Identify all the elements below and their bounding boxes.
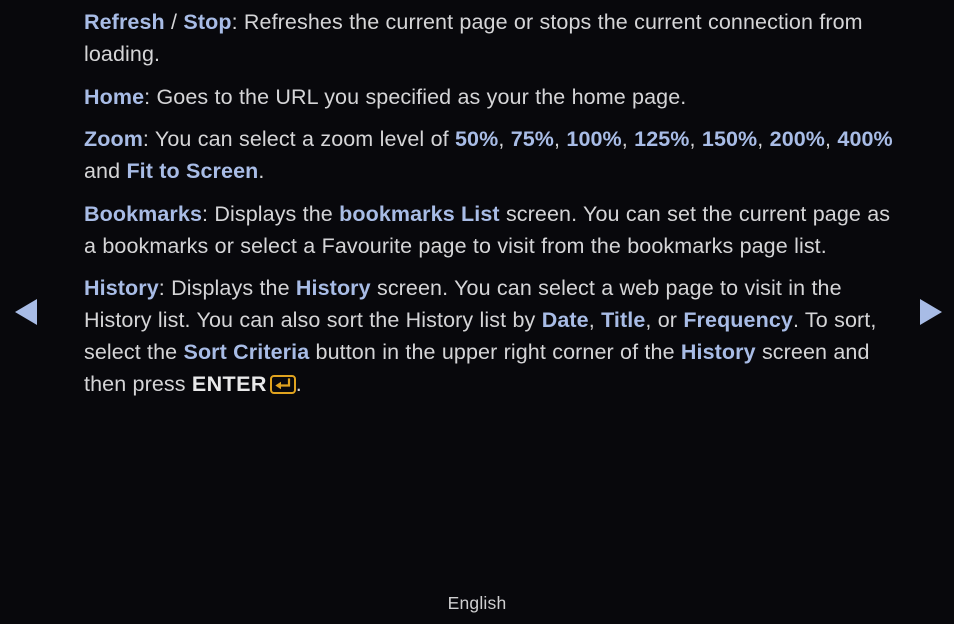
keyword-term: Date [541,308,589,332]
keyword-term: 75% [510,127,555,151]
paragraph-text: / [164,10,184,34]
help-paragraph-history: History: Displays the History screen. Yo… [84,272,904,400]
enter-button-label: ENTER [191,372,267,396]
help-paragraph-refresh-stop: Refresh / Stop: Refreshes the current pa… [84,6,904,70]
next-page-arrow-button[interactable] [915,296,945,328]
keyword-term: Title [601,308,646,332]
keyword-term: Bookmarks [84,201,203,226]
paragraph-text: , [498,127,511,151]
keyword-term: 50% [454,127,499,151]
help-paragraph-home: Home: Goes to the URL you specified as y… [84,81,904,113]
triangle-right-icon [915,296,945,328]
language-indicator: English [447,593,507,613]
keyword-term: bookmarks List [339,201,500,226]
paragraph-text: , [621,127,635,151]
paragraph-text: : You can select a zoom level of [142,127,455,151]
paragraph-text: , or [645,308,684,332]
keyword-term: Fit to Screen [126,159,259,183]
keyword-term: History [295,276,371,300]
enter-key-icon [269,375,296,394]
paragraph-text: : Goes to the URL you specified as your … [144,84,687,109]
paragraph-text: : Displays the [202,201,340,226]
paragraph-text: , [689,127,702,151]
paragraph-text: button in the upper right corner of the [309,340,681,364]
paragraph-text: . [258,159,265,183]
keyword-term: Home [84,84,145,109]
help-paragraph-zoom: Zoom: You can select a zoom level of 50%… [84,123,904,187]
keyword-term: History [84,276,159,300]
keyword-term: Stop [183,10,232,34]
keyword-term: 150% [701,127,758,151]
triangle-left-icon [12,296,42,328]
keyword-term: Frequency [683,308,793,332]
paragraph-text: , [554,127,567,151]
keyword-term: Refresh [84,10,165,34]
keyword-term: Sort Criteria [183,340,310,364]
keyword-term: 125% [634,127,690,151]
help-paragraph-bookmarks: Bookmarks: Displays the bookmarks List s… [84,198,904,262]
paragraph-text: . [295,372,302,396]
keyword-term: 100% [566,127,622,151]
paragraph-text: , [588,308,602,332]
previous-page-arrow-button[interactable] [12,296,42,328]
manual-page: Refresh / Stop: Refreshes the current pa… [0,0,954,624]
keyword-term: 400% [837,127,893,151]
paragraph-text: and [84,159,127,183]
paragraph-text: , [757,127,770,151]
paragraph-text: : Displays the [158,276,296,300]
keyword-term: Zoom [84,127,143,151]
keyword-term: History [680,340,756,364]
paragraph-text: , [825,127,838,151]
keyword-term: 200% [769,127,826,151]
help-text-body: Refresh / Stop: Refreshes the current pa… [84,6,904,411]
